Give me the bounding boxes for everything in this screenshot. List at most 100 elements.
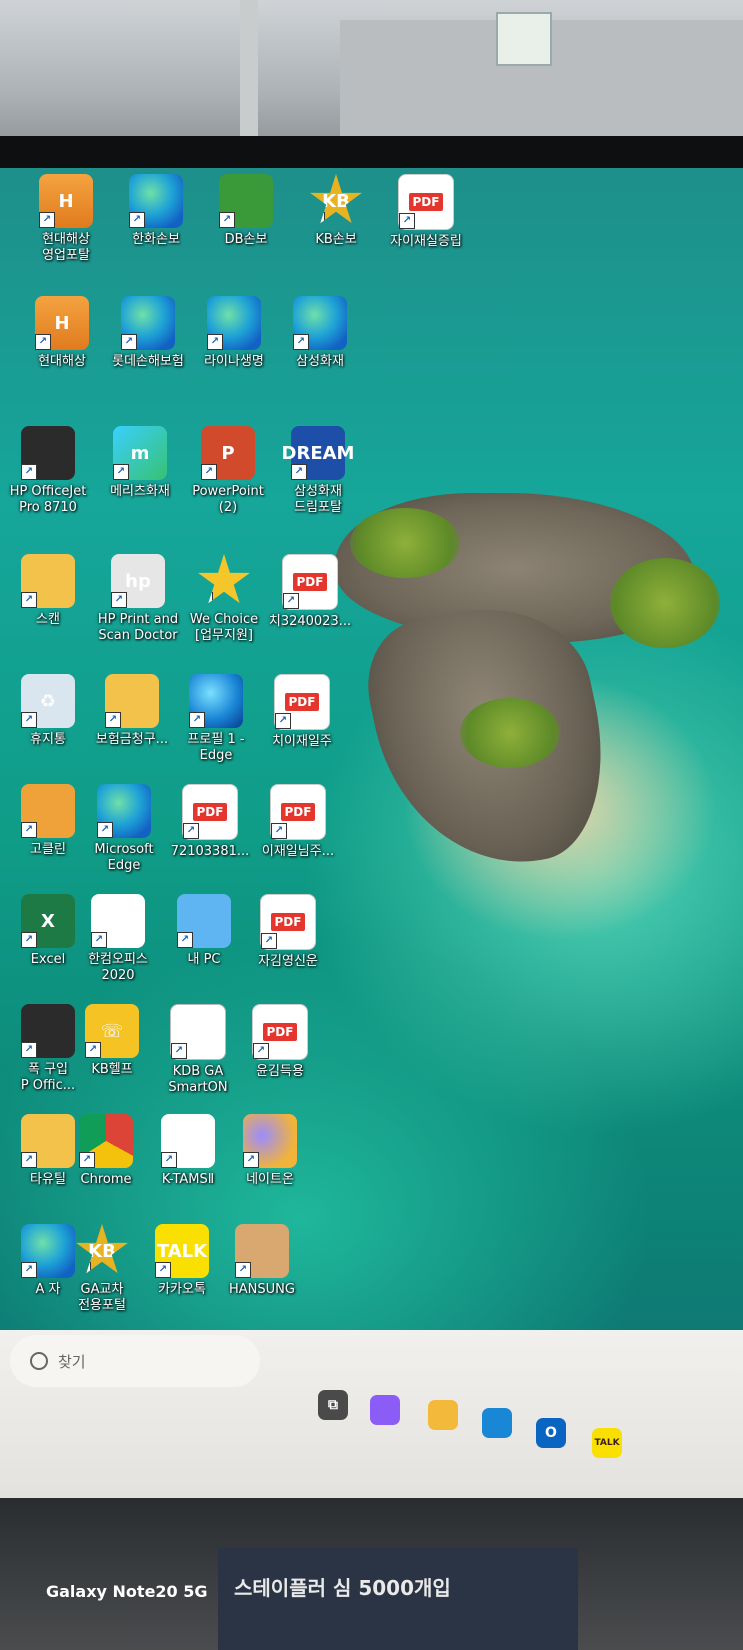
vegetation: [460, 698, 560, 768]
desktop-icon[interactable]: ☏ ↗ KB헬프: [64, 1004, 160, 1078]
pdf-badge: PDF: [270, 913, 306, 931]
desktop-icon[interactable]: ↗ 프로필 1 - Edge: [168, 674, 264, 764]
shortcut-arrow-icon: ↗: [105, 712, 121, 728]
printer-icon: ↗: [21, 426, 75, 480]
desktop-icon[interactable]: PDF ↗ 이재일님주...: [250, 784, 346, 860]
desktop-icon-label: 이재일님주...: [261, 844, 335, 859]
desktop-screen: H ↗ 현대해상 영업포탈 ↗ 한화손보 ↗ DB손보 KB ↗ KB손보 PDF ↗ 자이재실증립 H ↗…: [0, 168, 743, 1498]
icon-glyph: ♻: [39, 690, 57, 712]
desktop-icon-label: 롯데손해보험: [112, 354, 184, 369]
shortcut-arrow-icon: ↗: [21, 712, 37, 728]
star-icon: ↗: [198, 554, 250, 604]
desktop-icon-label: 한화손보: [132, 232, 180, 247]
edge-icon: ↗: [97, 784, 151, 838]
edge-icon[interactable]: [482, 1408, 512, 1438]
shortcut-arrow-icon: ↗: [161, 1152, 177, 1168]
taskbar-glyph: TALK: [594, 1438, 620, 1448]
taskbar-search[interactable]: 찾기: [10, 1335, 260, 1387]
icon-glyph: m: [130, 442, 150, 464]
pdf-badge: PDF: [280, 803, 316, 821]
kb-star-icon: KB ↗: [76, 1224, 128, 1274]
pdf-icon: PDF ↗: [260, 894, 316, 950]
shortcut-arrow-icon: ↗: [121, 334, 137, 350]
desktop-icon[interactable]: ↗ 삼성화재: [272, 296, 368, 370]
hancom-office-icon: ↗: [91, 894, 145, 948]
stapler-box-text: 스테이플러 심 5000개입: [234, 1576, 451, 1600]
desktop-icon-label: 치3240023...: [268, 614, 352, 629]
desktop-icon[interactable]: ↗ 라이나생명: [186, 296, 282, 370]
shortcut-arrow-icon: ↗: [76, 1262, 91, 1274]
desktop-icon-label: 현대해상: [38, 354, 86, 369]
desktop-icon-label: 메리츠화재: [110, 484, 170, 499]
taskbar-glyph: O: [545, 1425, 557, 1441]
icon-glyph: hp: [125, 570, 151, 592]
shortcut-arrow-icon: ↗: [21, 592, 37, 608]
desktop-icon[interactable]: H ↗ 현대해상: [14, 296, 110, 370]
search-placeholder: 찾기: [58, 1352, 86, 1371]
desktop-icon[interactable]: PDF ↗ 자김영신운: [240, 894, 336, 970]
desktop-icon[interactable]: hp ↗ HP Print and Scan Doctor: [90, 554, 186, 644]
shortcut-arrow-icon: ↗: [189, 712, 205, 728]
icon-glyph: KGA: [166, 1130, 210, 1152]
desktop-icon[interactable]: ↗ 보험금청구...: [84, 674, 180, 748]
meritz-m-icon: m ↗: [113, 426, 167, 480]
shortcut-arrow-icon: ↗: [21, 464, 37, 480]
zip-folder-icon: ↗: [105, 674, 159, 728]
desktop-icon[interactable]: PDF ↗ 윤김득용: [232, 1004, 328, 1080]
desktop-icon[interactable]: PDF ↗ 자이재실증립: [378, 174, 474, 250]
pdf-icon: PDF ↗: [398, 174, 454, 230]
desktop-icon[interactable]: ↗ 롯데손해보험: [100, 296, 196, 370]
shortcut-arrow-icon: ↗: [201, 464, 217, 480]
desktop-icon[interactable]: m ↗ 메리츠화재: [92, 426, 188, 500]
pdf-badge: PDF: [292, 573, 328, 591]
desktop-icon[interactable]: ♻ ↗ 휴지통: [0, 674, 96, 748]
edge-profile-icon: ↗: [189, 674, 243, 728]
pdf-badge: PDF: [284, 693, 320, 711]
desktop-icon[interactable]: ↗ 스캔: [0, 554, 96, 628]
desktop-icon[interactable]: ↗ 내 PC: [156, 894, 252, 968]
kakaotalk-icon[interactable]: TALK: [592, 1428, 622, 1458]
pillar: [240, 0, 258, 140]
desktop-icon[interactable]: ↗ DB손보: [198, 174, 294, 248]
pdf-badge: PDF: [262, 1023, 298, 1041]
desktop-icon[interactable]: P ↗ PowerPoint (2): [180, 426, 276, 516]
shortcut-arrow-icon: ↗: [275, 713, 291, 729]
shortcut-arrow-icon: ↗: [283, 593, 299, 609]
shortcut-arrow-icon: ↗: [85, 1042, 101, 1058]
shortcut-arrow-icon: ↗: [79, 1152, 95, 1168]
desktop-icon[interactable]: KB ↗ KB손보: [288, 174, 384, 248]
desktop-icon[interactable]: ↗ Microsoft Edge: [76, 784, 172, 874]
nateon-icon: ↗: [243, 1114, 297, 1168]
desktop-icon[interactable]: DREAM ↗ 삼성화재 드림포탈: [270, 426, 366, 516]
shortcut-arrow-icon: ↗: [235, 1262, 251, 1278]
desktop-icon-label: 윤김득용: [256, 1064, 304, 1079]
shortcut-arrow-icon: ↗: [253, 1043, 269, 1059]
desktop-icon[interactable]: ↗ HANSUNG: [214, 1224, 310, 1298]
desktop-icon[interactable]: PDF ↗ 치이재일주: [254, 674, 350, 750]
icon-glyph: TALK: [156, 1240, 208, 1262]
copilot-icon[interactable]: [370, 1395, 400, 1425]
desktop-icon[interactable]: ↗ HP OfficeJet Pro 8710: [0, 426, 96, 516]
desktop-icon[interactable]: PDF ↗ 치3240023...: [262, 554, 358, 630]
desktop-icon[interactable]: ↗ 네이트온: [222, 1114, 318, 1188]
desktop-icon[interactable]: PDF ↗ 72103381...: [162, 784, 258, 860]
desktop-icon[interactable]: H ↗ 현대해상 영업포탈: [18, 174, 114, 264]
desktop-icon-label: 내 PC: [187, 952, 221, 967]
kb-star-icon: KB ↗: [310, 174, 362, 224]
shortcut-arrow-icon: ↗: [155, 1262, 171, 1278]
edge-icon: ↗: [121, 296, 175, 350]
vegetation: [610, 558, 720, 648]
outlook-icon[interactable]: O: [536, 1418, 566, 1448]
pdf-icon: PDF ↗: [274, 674, 330, 730]
desktop-icon[interactable]: ↗ We Choice [업무지원]: [176, 554, 272, 644]
shortcut-arrow-icon: ↗: [293, 334, 309, 350]
desktop-icon[interactable]: ↗ 한컴오피스 2020: [70, 894, 166, 984]
taskview-icon[interactable]: ⧉: [318, 1390, 348, 1420]
document-icon: ↗: [170, 1004, 226, 1060]
icon-glyph: H: [58, 190, 74, 212]
file-explorer-icon[interactable]: [428, 1400, 458, 1430]
icon-glyph: ☏: [100, 1020, 124, 1042]
shortcut-arrow-icon: ↗: [111, 592, 127, 608]
desktop-icon[interactable]: ↗ 한화손보: [108, 174, 204, 248]
shortcut-arrow-icon: ↗: [183, 823, 199, 839]
